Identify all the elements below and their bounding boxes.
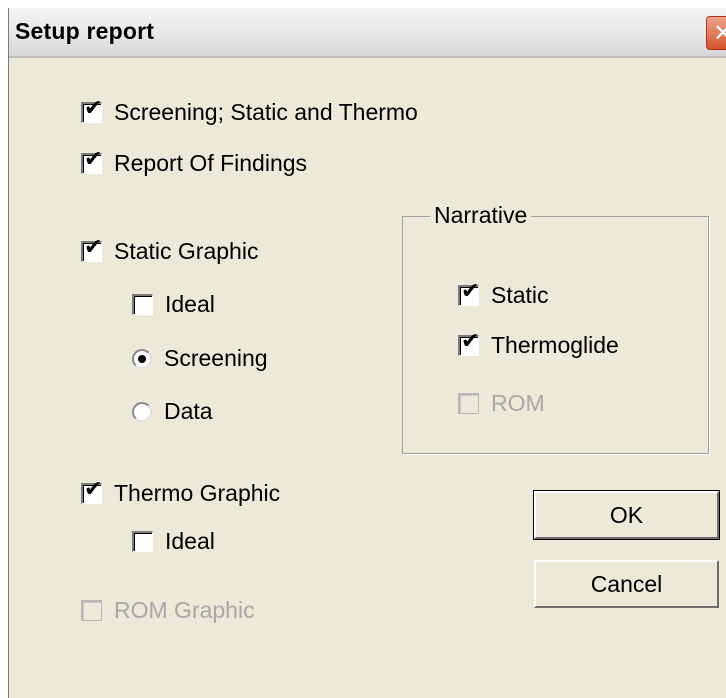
close-button[interactable]: ✕ — [706, 16, 726, 50]
title-bar[interactable]: Setup report ✕ — [9, 8, 726, 58]
radio-button — [132, 401, 152, 422]
checkbox-box — [132, 531, 153, 552]
checkbox-label: Static — [491, 282, 549, 308]
narrative-thermoglide-checkbox[interactable]: ✔ Thermoglide — [458, 331, 619, 359]
checkbox-label: Static Graphic — [114, 238, 259, 264]
checkbox-label: Thermo Graphic — [114, 480, 281, 506]
radio-button — [132, 348, 152, 369]
checkbox-box — [81, 600, 102, 621]
ok-button[interactable]: OK — [533, 490, 720, 540]
checkmark-icon: ✔ — [461, 279, 480, 304]
radio-label: Data — [164, 398, 213, 424]
report-of-findings-checkbox[interactable]: ✔ Report Of Findings — [81, 149, 308, 177]
checkmark-icon: ✔ — [84, 147, 103, 172]
narrative-rom-checkbox[interactable]: ROM — [458, 390, 545, 417]
checkbox-label: ROM — [491, 390, 545, 416]
checkbox-box: ✔ — [458, 331, 479, 356]
checkbox-box: ✔ — [458, 281, 479, 306]
checkbox-label: Ideal — [165, 291, 215, 317]
checkbox-label: Ideal — [165, 528, 215, 554]
checkbox-box: ✔ — [81, 237, 102, 262]
checkbox-box: ✔ — [81, 479, 102, 504]
checkbox-label: Thermoglide — [491, 332, 619, 358]
rom-graphic-checkbox[interactable]: ROM Graphic — [81, 597, 255, 624]
narrative-static-checkbox[interactable]: ✔ Static — [458, 281, 549, 309]
data-radio[interactable]: Data — [132, 398, 213, 425]
checkbox-box — [132, 294, 153, 315]
checkmark-icon: ✔ — [461, 329, 480, 354]
screening-static-thermo-checkbox[interactable]: ✔ Screening; Static and Thermo — [81, 98, 418, 126]
checkbox-label: Screening; Static and Thermo — [114, 99, 418, 125]
checkmark-icon: ✔ — [84, 96, 103, 121]
checkbox-label: ROM Graphic — [114, 597, 255, 623]
static-graphic-checkbox[interactable]: ✔ Static Graphic — [81, 237, 259, 265]
checkbox-label: Report Of Findings — [114, 150, 308, 176]
checkmark-icon: ✔ — [84, 477, 103, 502]
checkbox-box — [458, 393, 479, 414]
cancel-button[interactable]: Cancel — [534, 560, 719, 608]
radio-selected-dot — [138, 354, 146, 363]
checkmark-icon: ✔ — [84, 235, 103, 260]
narrative-group-label: Narrative — [430, 202, 532, 229]
screening-radio[interactable]: Screening — [132, 345, 268, 372]
thermo-graphic-checkbox[interactable]: ✔ Thermo Graphic — [81, 479, 281, 507]
checkbox-box: ✔ — [81, 98, 102, 123]
close-icon: ✕ — [713, 19, 726, 47]
radio-label: Screening — [164, 345, 268, 371]
window-title: Setup report — [15, 18, 155, 44]
checkbox-box: ✔ — [81, 149, 102, 174]
thermo-ideal-checkbox[interactable]: Ideal — [132, 528, 215, 555]
static-ideal-checkbox[interactable]: Ideal — [132, 291, 215, 318]
